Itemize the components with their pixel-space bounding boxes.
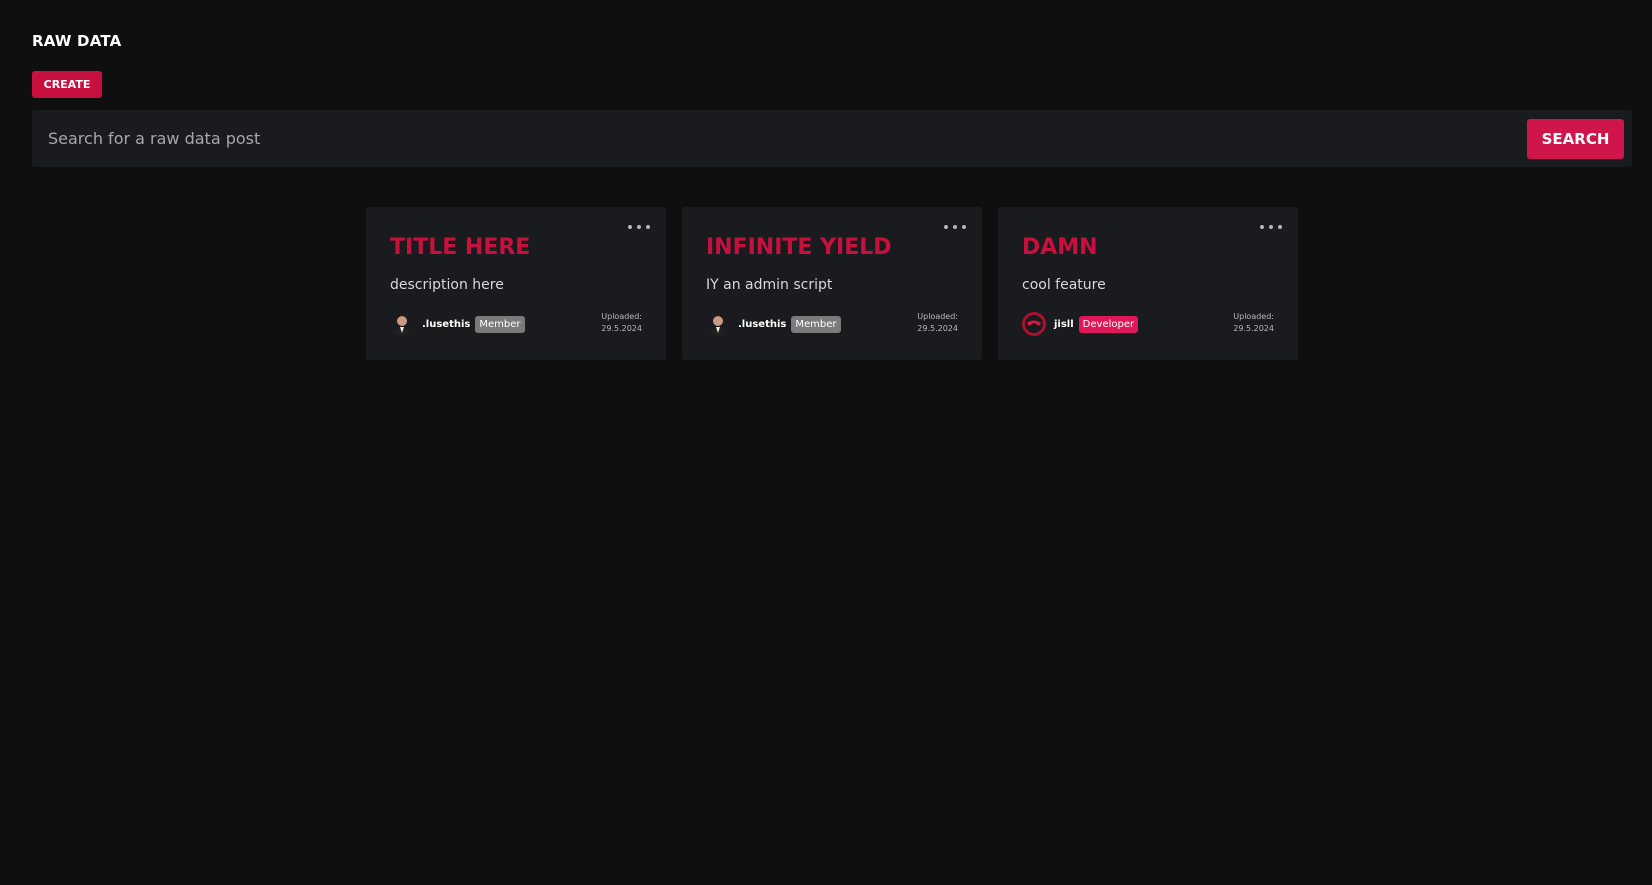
post-card[interactable]: TITLE HERE description here .lusethis Me… [366,207,666,360]
dot [1260,225,1264,229]
upload-info: Uploaded: 29.5.2024 [917,311,958,335]
upload-info: Uploaded: 29.5.2024 [601,311,642,335]
role-badge: Developer [1078,315,1139,333]
post-title: TITLE HERE [390,235,531,260]
search-button[interactable]: SEARCH [1527,119,1624,159]
raw-data-page: RAW DATA CREATE SEARCH TITLE HERE descri… [0,0,1652,885]
search-bar: SEARCH [32,110,1632,167]
dot [1269,225,1273,229]
page-title: RAW DATA [32,32,122,50]
uploaded-date: 29.5.2024 [601,324,642,333]
role-badge: Member [475,315,525,333]
create-button[interactable]: CREATE [32,71,102,98]
post-title: INFINITE YIELD [706,235,892,260]
dot [1278,225,1282,229]
uploaded-label: Uploaded: [601,312,642,321]
post-author: jisll Developer [1022,311,1139,337]
post-author: .lusethis Member [390,311,525,337]
role-badge: Member [791,315,841,333]
post-card[interactable]: INFINITE YIELD IY an admin script .luset… [682,207,982,360]
post-list: TITLE HERE description here .lusethis Me… [366,207,1298,360]
post-description: description here [390,277,504,293]
author-name[interactable]: .lusethis [422,319,470,330]
portrait-avatar-icon [390,312,414,336]
post-description: cool feature [1022,277,1106,293]
post-author: .lusethis Member [706,311,841,337]
author-name[interactable]: .lusethis [738,319,786,330]
dot [953,225,957,229]
portrait-avatar-icon [706,312,730,336]
dot [637,225,641,229]
post-card[interactable]: DAMN cool feature jisll Developer Upload… [998,207,1298,360]
red-emblem-avatar-icon [1022,312,1046,336]
post-description: IY an admin script [706,277,833,293]
dot [944,225,948,229]
dot [646,225,650,229]
dot [628,225,632,229]
author-name[interactable]: jisll [1054,319,1074,330]
more-options-icon[interactable] [1260,220,1282,234]
more-options-icon[interactable] [944,220,966,234]
search-input[interactable] [32,110,1512,167]
uploaded-date: 29.5.2024 [1233,324,1274,333]
uploaded-label: Uploaded: [917,312,958,321]
dot [962,225,966,229]
more-options-icon[interactable] [628,220,650,234]
upload-info: Uploaded: 29.5.2024 [1233,311,1274,335]
uploaded-date: 29.5.2024 [917,324,958,333]
post-title: DAMN [1022,235,1098,260]
uploaded-label: Uploaded: [1233,312,1274,321]
